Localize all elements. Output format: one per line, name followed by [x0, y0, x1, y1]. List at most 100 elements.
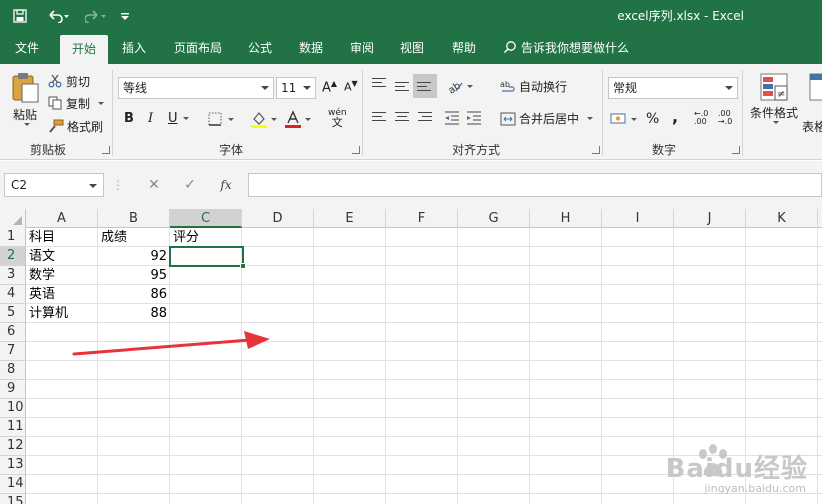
row-header-6[interactable]: 6	[0, 323, 26, 342]
formula-input[interactable]	[248, 173, 822, 197]
cell-A5[interactable]: 计算机	[26, 305, 98, 323]
row-header-8[interactable]: 8	[0, 361, 26, 380]
cell-B2[interactable]: 92	[98, 248, 170, 266]
row-header-4[interactable]: 4	[0, 285, 26, 304]
column-header-k[interactable]: K	[746, 209, 818, 228]
number-launcher-icon[interactable]	[732, 146, 740, 154]
align-middle-icon[interactable]	[395, 82, 411, 96]
paste-button[interactable]: 粘贴	[8, 72, 42, 132]
tab-file[interactable]: 文件	[6, 32, 48, 64]
conditional-format-button[interactable]: ≠ 条件格式	[748, 72, 800, 124]
cell-A2[interactable]: 语文	[26, 248, 98, 266]
fill-color-button[interactable]	[250, 110, 277, 128]
customize-toolbar-icon[interactable]	[118, 6, 132, 26]
cell-B4[interactable]: 86	[98, 286, 170, 304]
undo-icon[interactable]	[44, 6, 72, 26]
copy-button[interactable]: 复制	[48, 94, 105, 112]
align-right-icon[interactable]	[418, 112, 434, 126]
tab-page-layout[interactable]: 页面布局	[166, 32, 230, 64]
column-header-a[interactable]: A	[26, 209, 98, 228]
percent-button[interactable]: %	[646, 111, 659, 127]
align-top-icon[interactable]	[372, 78, 388, 92]
row-header-10[interactable]: 10	[0, 399, 26, 418]
font-name-select[interactable]: 等线	[118, 77, 274, 99]
tab-data[interactable]: 数据	[290, 32, 332, 64]
column-header-c[interactable]: C	[170, 209, 242, 228]
bold-button[interactable]: B	[124, 111, 134, 126]
row-header-1[interactable]: 1	[0, 228, 26, 247]
cell-A4[interactable]: 英语	[26, 286, 98, 304]
tab-formulas[interactable]: 公式	[240, 32, 280, 64]
font-color-button[interactable]	[284, 110, 311, 128]
decrease-decimal-button[interactable]: .00 →.0	[718, 110, 732, 126]
orientation-button[interactable]: ab	[446, 78, 473, 94]
cell-C1[interactable]: 评分	[170, 229, 242, 247]
column-header-f[interactable]: F	[386, 209, 458, 228]
italic-button[interactable]: I	[148, 111, 153, 126]
active-cell-c2[interactable]	[169, 246, 246, 269]
row-header-2[interactable]: 2	[0, 247, 26, 266]
row-header-14[interactable]: 14	[0, 475, 26, 494]
alignment-launcher-icon[interactable]	[592, 146, 600, 154]
decrease-font-button[interactable]: A▼	[344, 79, 358, 94]
cell-B5[interactable]: 88	[98, 305, 170, 323]
format-painter-label: 格式刷	[67, 119, 104, 134]
name-box[interactable]: C2	[4, 173, 104, 197]
increase-font-button[interactable]: A▲	[322, 79, 337, 95]
row-header-3[interactable]: 3	[0, 266, 26, 285]
column-header-i[interactable]: I	[602, 209, 674, 228]
increase-indent-button[interactable]	[466, 111, 482, 125]
column-header-h[interactable]: H	[530, 209, 602, 228]
tab-view[interactable]: 视图	[392, 32, 432, 64]
row-header-11[interactable]: 11	[0, 418, 26, 437]
decrease-indent-button[interactable]	[444, 111, 460, 125]
tab-home[interactable]: 开始	[60, 35, 108, 64]
worksheet-grid[interactable]: ABCDEFGHIJK 1 2 3 4 5 6 7 8 9 10 11 12 13 14 15 科目 成绩 …	[0, 209, 822, 504]
column-header-d[interactable]: D	[242, 209, 314, 228]
font-launcher-icon[interactable]	[352, 146, 360, 154]
insert-function-button[interactable]: fx	[216, 175, 236, 195]
cell-A3[interactable]: 数学	[26, 267, 98, 285]
row-header-13[interactable]: 13	[0, 456, 26, 475]
row-header-5[interactable]: 5	[0, 304, 26, 323]
row-header-9[interactable]: 9	[0, 380, 26, 399]
column-header-g[interactable]: G	[458, 209, 530, 228]
row-header-7[interactable]: 7	[0, 342, 26, 361]
borders-button[interactable]	[208, 112, 234, 126]
select-all-button[interactable]	[0, 209, 26, 228]
phonetic-button[interactable]: wén 文	[328, 108, 347, 128]
merge-center-button[interactable]: 合并后居中	[500, 110, 594, 127]
wrap-text-button[interactable]: ab 自动换行	[500, 78, 567, 95]
redo-icon[interactable]	[82, 6, 110, 26]
format-painter-button[interactable]: 格式刷	[48, 117, 103, 135]
fill-handle[interactable]	[240, 263, 246, 269]
column-header-j[interactable]: J	[674, 209, 746, 228]
font-size-select[interactable]: 11	[276, 77, 316, 99]
cut-button[interactable]: 剪切	[48, 72, 90, 90]
align-center-icon[interactable]	[395, 112, 411, 126]
cell-A1[interactable]: 科目	[26, 229, 98, 247]
number-format-value: 常规	[613, 81, 638, 95]
confirm-entry-button[interactable]: ✓	[180, 175, 200, 195]
row-header-12[interactable]: 12	[0, 437, 26, 456]
increase-decimal-button[interactable]: ←.0.00	[694, 110, 708, 126]
cell-B1[interactable]: 成绩	[98, 229, 170, 247]
tab-insert[interactable]: 插入	[112, 32, 156, 64]
tab-help[interactable]: 帮助	[442, 32, 486, 64]
number-format-select[interactable]: 常规	[608, 77, 738, 99]
align-bottom-icon[interactable]	[413, 74, 437, 98]
align-left-icon[interactable]	[372, 112, 388, 126]
save-icon[interactable]	[10, 6, 30, 26]
comma-button[interactable]: ,	[672, 107, 678, 126]
column-header-b[interactable]: B	[98, 209, 170, 228]
tell-me-search[interactable]: 告诉我你想要做什么	[503, 32, 629, 64]
underline-button[interactable]: U	[168, 111, 189, 126]
cancel-entry-button[interactable]: ✕	[144, 175, 164, 195]
cell-B3[interactable]: 95	[98, 267, 170, 285]
clipboard-launcher-icon[interactable]	[102, 146, 110, 154]
tab-review[interactable]: 审阅	[342, 32, 382, 64]
column-header-e[interactable]: E	[314, 209, 386, 228]
format-as-table-button[interactable]: 表格	[802, 72, 822, 135]
currency-button[interactable]	[610, 111, 637, 127]
row-header-15[interactable]: 15	[0, 494, 26, 504]
